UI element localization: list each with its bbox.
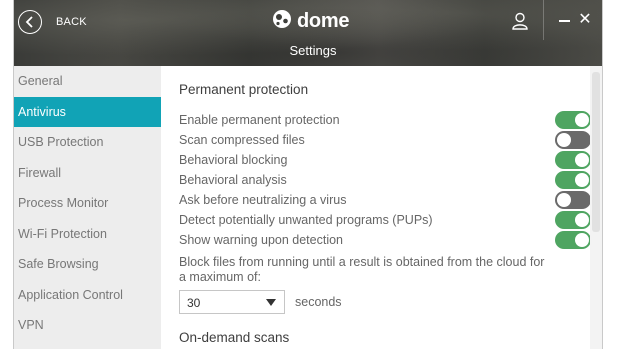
sidebar-item-antivirus[interactable]: Antivirus <box>14 96 161 127</box>
option-label: Behavioral analysis <box>179 173 287 187</box>
close-icon[interactable]: ✕ <box>577 11 593 29</box>
settings-content: Permanent protection Enable permanent pr… <box>161 66 602 349</box>
toggle-knob <box>575 153 589 167</box>
sidebar-item-firewall[interactable]: Firewall <box>14 158 161 189</box>
sidebar-item-wifi-protection[interactable]: Wi-Fi Protection <box>14 219 161 250</box>
vertical-scrollbar[interactable] <box>590 66 602 349</box>
option-label: Show warning upon detection <box>179 233 344 247</box>
toggle-knob <box>575 173 589 187</box>
section-title-permanent: Permanent protection <box>179 82 309 97</box>
sidebar-item-process-monitor[interactable]: Process Monitor <box>14 188 161 219</box>
section-title-on-demand: On-demand scans <box>179 330 290 345</box>
back-label: BACK <box>56 16 87 28</box>
back-button[interactable]: BACK <box>18 9 87 35</box>
option-row: Scan compressed files <box>179 130 591 150</box>
caret-down-icon <box>266 299 276 306</box>
option-label: Enable permanent protection <box>179 113 340 127</box>
option-row: Show warning upon detection <box>179 230 591 250</box>
page-title: Settings <box>289 43 337 58</box>
sidebar-item-usb-protection[interactable]: USB Protection <box>14 127 161 158</box>
minimize-icon[interactable] <box>559 20 570 22</box>
sidebar-item-safe-browsing[interactable]: Safe Browsing <box>14 249 161 280</box>
toggle-knob <box>575 213 589 227</box>
toggle-knob <box>575 233 589 247</box>
option-label: Ask before neutralizing a virus <box>179 193 347 207</box>
toggle-detect-pups[interactable] <box>555 211 591 229</box>
option-row: Behavioral blocking <box>179 150 591 170</box>
user-icon[interactable] <box>512 12 528 35</box>
option-row: Behavioral analysis <box>179 170 591 190</box>
scrollbar-thumb[interactable] <box>592 72 600 232</box>
sidebar-item-vpn[interactable]: VPN <box>14 310 161 341</box>
option-label: Scan compressed files <box>179 133 305 147</box>
timeout-select[interactable]: 30 <box>179 290 285 314</box>
toggle-scan-compressed-files[interactable] <box>555 131 591 149</box>
option-row: Enable permanent protection <box>179 110 591 130</box>
toggle-knob <box>557 133 571 147</box>
option-row: Ask before neutralizing a virus <box>179 190 591 210</box>
logo-text: dome <box>297 10 350 32</box>
app-window: BACK dome Settings ✕ General Antivirus U… <box>13 0 603 349</box>
option-row: Detect potentially unwanted programs (PU… <box>179 210 591 230</box>
toggle-knob <box>557 193 571 207</box>
panda-logo-icon <box>272 9 292 34</box>
timeout-select-value: 30 <box>187 296 201 310</box>
toggle-knob <box>575 113 589 127</box>
app-logo: dome <box>272 9 349 34</box>
toggle-enable-permanent-protection[interactable] <box>555 111 591 129</box>
toggle-behavioral-blocking[interactable] <box>555 151 591 169</box>
chevron-left-icon <box>18 10 42 34</box>
block-files-description: Block files from running until a result … <box>179 255 545 284</box>
toggle-ask-before-neutralizing[interactable] <box>555 191 591 209</box>
window-controls-divider <box>543 0 544 40</box>
option-label: Detect potentially unwanted programs (PU… <box>179 213 433 227</box>
toggle-show-warning[interactable] <box>555 231 591 249</box>
option-label: Behavioral blocking <box>179 153 288 167</box>
sidebar-item-general[interactable]: General <box>14 66 161 97</box>
page-title-container: Settings <box>14 42 602 60</box>
timeout-unit-label: seconds <box>295 295 342 309</box>
toggle-behavioral-analysis[interactable] <box>555 171 591 189</box>
sidebar-item-application-control[interactable]: Application Control <box>14 280 161 311</box>
title-bar: BACK dome Settings ✕ <box>14 0 602 66</box>
sidebar: General Antivirus USB Protection Firewal… <box>14 66 161 349</box>
